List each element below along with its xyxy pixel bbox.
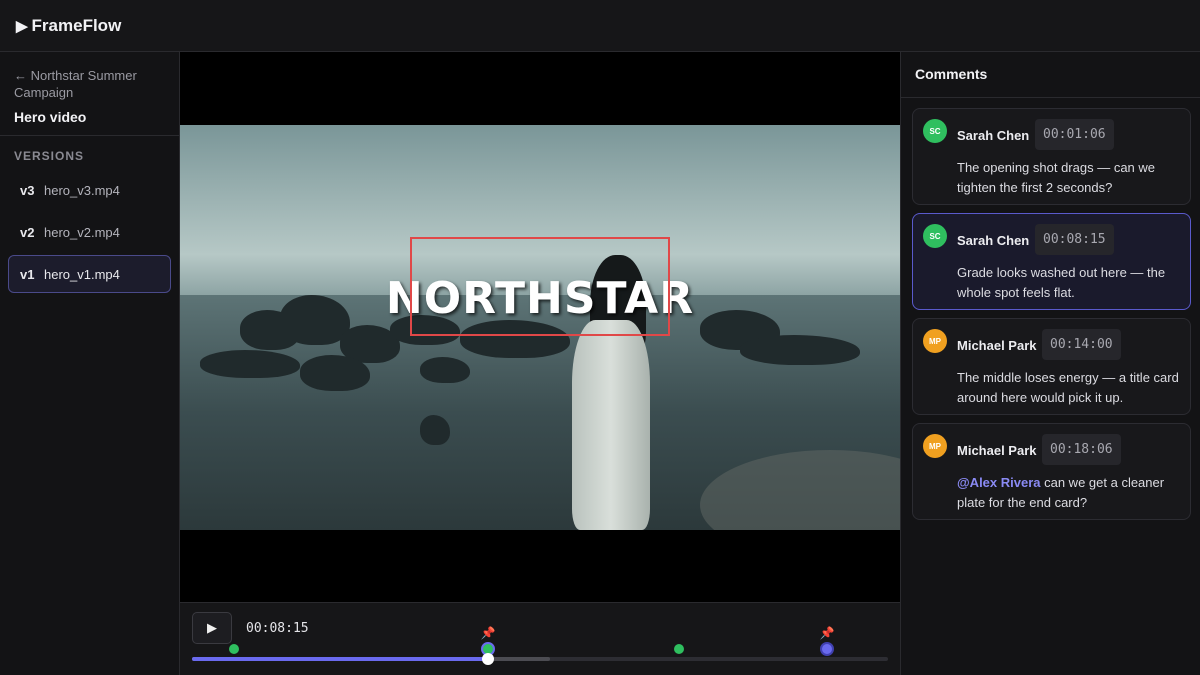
timeline-comment-marker[interactable] <box>674 644 685 654</box>
playhead[interactable] <box>481 653 494 665</box>
avatar: SC <box>923 224 947 248</box>
comment-card[interactable]: SC Sarah Chen 00:01:06 The opening shot … <box>912 108 1191 205</box>
version-file: hero_v2.mp4 <box>44 224 120 240</box>
avatar: MP <box>923 434 947 458</box>
comment-author: Sarah Chen <box>957 128 1030 143</box>
version-file: hero_v3.mp4 <box>44 182 120 198</box>
video-figure-dress <box>572 320 650 530</box>
comment-author: Sarah Chen <box>957 233 1030 248</box>
comment-timestamp[interactable]: 00:01:06 <box>1035 119 1114 150</box>
comment-text: The middle loses energy — a title card a… <box>957 370 1179 405</box>
comment-timestamp[interactable]: 00:14:00 <box>1042 329 1121 360</box>
video-rock <box>420 357 470 383</box>
comment-card[interactable]: SC Sarah Chen 00:08:15 Grade looks washe… <box>912 213 1191 310</box>
version-item-v3[interactable]: v3 hero_v3.mp4 <box>8 171 171 209</box>
version-tag: v3 <box>20 182 35 198</box>
video-rock <box>300 355 370 391</box>
timeline-progress <box>192 657 488 661</box>
timecode: 00:08:15 <box>246 621 309 636</box>
play-icon: ▶ <box>207 620 217 635</box>
project-title: Hero video <box>0 101 179 136</box>
versions-label: VERSIONS <box>14 149 85 163</box>
timeline-comment-marker[interactable] <box>228 644 239 654</box>
app-logo[interactable]: ▶ FrameFlow <box>16 16 121 36</box>
timeline-track[interactable]: 📌 📌 <box>192 627 888 665</box>
play-icon: ▶ <box>16 17 28 35</box>
comment-mention[interactable]: @Alex Rivera <box>957 475 1041 490</box>
comments-panel: Comments SC Sarah Chen 00:01:06 The open… <box>900 52 1200 675</box>
video-stage[interactable]: NORTHSTAR <box>180 52 900 602</box>
version-item-v2[interactable]: v2 hero_v2.mp4 <box>8 213 171 251</box>
player-controls: ▶ 00:08:15 📌 📌 <box>180 602 900 675</box>
back-link[interactable]: ← Northstar Summer Campaign <box>0 52 179 101</box>
video-rock <box>420 415 450 445</box>
comment-body: The middle loses energy — a title card a… <box>957 368 1183 408</box>
comment-card[interactable]: MP Michael Park 00:18:06 @Alex Rivera ca… <box>912 423 1191 520</box>
comment-author: Michael Park <box>957 443 1037 458</box>
comments-header: Comments <box>901 52 1200 98</box>
version-tag: v1 <box>20 266 35 282</box>
video-rock <box>740 335 860 365</box>
app-name: FrameFlow <box>31 15 122 35</box>
comment-author: Michael Park <box>957 338 1037 353</box>
avatar: SC <box>923 119 947 143</box>
top-bar: ▶ FrameFlow <box>0 0 1200 52</box>
avatar: MP <box>923 329 947 353</box>
comment-text: Grade looks washed out here — the whole … <box>957 265 1166 300</box>
version-item-v1[interactable]: v1 hero_v1.mp4 <box>8 255 171 293</box>
version-tag: v2 <box>20 224 35 240</box>
pin-icon: 📌 <box>819 626 835 640</box>
video-frame[interactable]: NORTHSTAR <box>180 125 900 530</box>
version-file: hero_v1.mp4 <box>44 266 120 282</box>
timeline-comment-marker[interactable] <box>819 642 834 656</box>
comment-body: Grade looks washed out here — the whole … <box>957 263 1183 303</box>
comment-card[interactable]: MP Michael Park 00:14:00 The middle lose… <box>912 318 1191 415</box>
sidebar: ← Northstar Summer Campaign Hero video V… <box>0 52 180 675</box>
comment-text: The opening shot drags — can we tighten … <box>957 160 1156 195</box>
video-rock <box>200 350 300 378</box>
comment-timestamp[interactable]: 00:18:06 <box>1042 434 1121 465</box>
annotation-box[interactable] <box>410 237 670 336</box>
comment-timestamp[interactable]: 00:08:15 <box>1035 224 1114 255</box>
comment-body: @Alex Rivera can we get a cleaner plate … <box>957 473 1183 513</box>
pin-icon: 📌 <box>480 626 496 640</box>
play-button[interactable]: ▶ <box>192 612 232 644</box>
comment-body: The opening shot drags — can we tighten … <box>957 158 1183 198</box>
